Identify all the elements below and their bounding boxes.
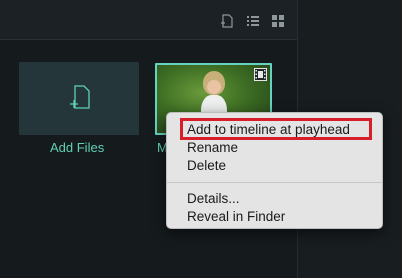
thumbnail-subject-face	[207, 80, 221, 94]
add-files-label: Add Files	[50, 140, 105, 155]
film-strip-icon	[254, 68, 267, 81]
menu-item-reveal-in-finder[interactable]: Reveal in Finder	[187, 209, 285, 225]
media-library-window: Add Files M Add to timeline at playhead …	[0, 0, 402, 278]
menu-separator	[167, 182, 382, 183]
highlight-box	[180, 118, 372, 140]
add-files-tile[interactable]	[19, 62, 139, 135]
media-toolbar	[0, 0, 297, 40]
menu-item-delete[interactable]: Delete	[187, 158, 226, 174]
menu-item-details[interactable]: Details...	[187, 191, 240, 207]
add-file-icon	[69, 84, 91, 115]
list-view-icon[interactable]	[246, 14, 260, 28]
grid-view-icon[interactable]	[271, 14, 285, 28]
add-file-icon[interactable]	[220, 14, 234, 28]
menu-item-rename[interactable]: Rename	[187, 140, 238, 156]
